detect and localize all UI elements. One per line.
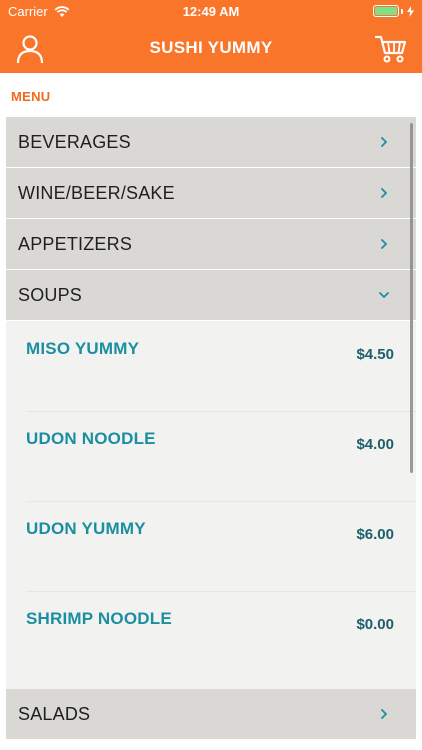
header: Carrier 12:49 AM SUSHI YUMMY bbox=[0, 0, 422, 73]
item-name: UDON NOODLE bbox=[26, 429, 156, 448]
category-label: SALADS bbox=[18, 703, 91, 724]
category-row[interactable]: WINE/BEER/SAKE bbox=[6, 168, 416, 219]
menu-item[interactable]: UDON YUMMY $6.00 bbox=[6, 501, 416, 591]
status-time: 12:49 AM bbox=[182, 4, 240, 19]
category-label: WINE/BEER/SAKE bbox=[18, 182, 175, 203]
chevron-right-icon bbox=[381, 709, 387, 719]
menu-list: BEVERAGES WINE/BEER/SAKE APPETIZERS SOUPS M… bbox=[6, 117, 416, 740]
chevron-right-icon bbox=[381, 137, 387, 147]
scrollbar[interactable] bbox=[410, 123, 413, 473]
item-name: SHRIMP NOODLE bbox=[26, 609, 172, 628]
category-list: BEVERAGES WINE/BEER/SAKE APPETIZERS SOUPS bbox=[6, 117, 416, 321]
category-row[interactable]: BEVERAGES bbox=[6, 117, 416, 168]
soups-item-list: MISO YUMMY $4.50 UDON NOODLE $4.00 UDON YUMM… bbox=[6, 321, 416, 689]
category-label: APPETIZERS bbox=[18, 233, 133, 254]
menu-section-label: MENU bbox=[11, 89, 51, 104]
category-row[interactable]: SOUPS bbox=[6, 270, 416, 321]
category-list-more: SALADS bbox=[6, 689, 416, 740]
category-row[interactable]: SALADS bbox=[6, 689, 416, 740]
item-name: UDON YUMMY bbox=[26, 519, 146, 538]
item-price: $6.00 bbox=[356, 526, 394, 543]
category-label: SOUPS bbox=[18, 284, 83, 305]
menu-item[interactable]: UDON NOODLE $4.00 bbox=[6, 411, 416, 501]
item-price: $4.50 bbox=[356, 346, 394, 363]
status-bar: Carrier 12:49 AM bbox=[0, 0, 422, 24]
category-label: BEVERAGES bbox=[18, 131, 131, 152]
item-name: MISO YUMMY bbox=[26, 339, 140, 358]
item-price: $0.00 bbox=[356, 616, 394, 633]
menu-item[interactable]: SHRIMP NOODLE $0.00 bbox=[6, 591, 416, 681]
menu-item[interactable]: MISO YUMMY $4.50 bbox=[6, 321, 416, 411]
battery-icon bbox=[373, 5, 399, 17]
category-row[interactable]: APPETIZERS bbox=[6, 219, 416, 270]
chevron-down-icon bbox=[379, 292, 389, 298]
page-title: SUSHI YUMMY bbox=[149, 38, 273, 57]
charging-icon bbox=[407, 5, 414, 17]
item-price: $4.00 bbox=[356, 436, 394, 453]
chevron-right-icon bbox=[381, 188, 387, 198]
cart-icon[interactable] bbox=[374, 33, 408, 65]
chevron-right-icon bbox=[381, 239, 387, 249]
battery-indicator bbox=[373, 5, 414, 17]
